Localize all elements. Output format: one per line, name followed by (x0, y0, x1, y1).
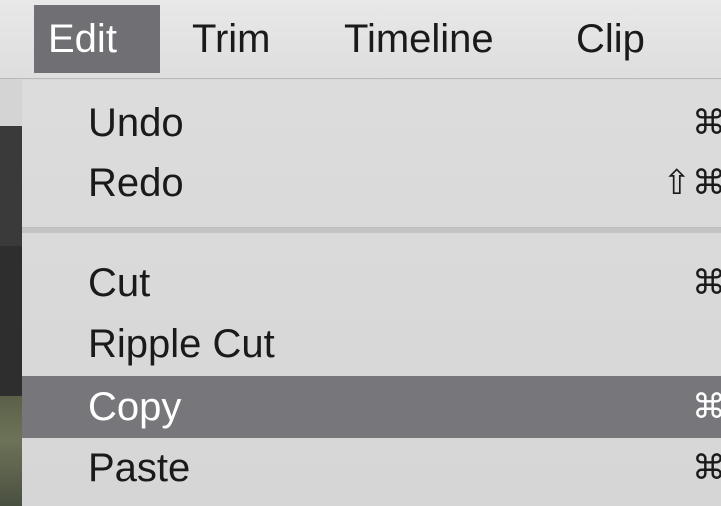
edit-dropdown-menu: Undo ⌘ Redo ⇧⌘ Cut ⌘ Ripple Cut Copy ⌘ P… (22, 80, 721, 506)
menu-item-label: Redo (88, 161, 184, 205)
background-panel-darker (0, 246, 22, 396)
menu-item-undo[interactable]: Undo ⌘ (22, 92, 721, 154)
menu-item-label: Ripple Cut (88, 322, 275, 366)
background-video-thumbnail (0, 396, 22, 506)
menu-item-redo[interactable]: Redo ⇧⌘ (22, 152, 721, 214)
command-key-icon: ⌘ (692, 103, 721, 143)
menu-clip[interactable]: Clip (562, 5, 659, 73)
shift-command-key-icon: ⇧⌘ (662, 163, 721, 203)
menu-item-label: Cut (88, 261, 151, 305)
menu-item-cut[interactable]: Cut ⌘ (22, 252, 721, 314)
menu-item-ripple-cut[interactable]: Ripple Cut (22, 313, 721, 375)
menu-bar: Edit Trim Timeline Clip (0, 0, 721, 79)
menu-item-label: Copy (88, 385, 182, 429)
menu-edit[interactable]: Edit (34, 5, 160, 73)
background-panel-dark (0, 126, 22, 246)
background-window-edge (0, 74, 22, 506)
command-key-icon: ⌘ (692, 387, 721, 427)
menu-item-paste[interactable]: Paste ⌘ (22, 437, 721, 499)
command-key-icon: ⌘ (692, 263, 721, 303)
menu-trim[interactable]: Trim (178, 5, 284, 73)
background-panel-light (0, 74, 22, 126)
menu-item-copy[interactable]: Copy ⌘ (22, 376, 721, 438)
command-key-icon: ⌘ (692, 448, 721, 488)
menu-item-label: Paste (88, 446, 191, 490)
menu-separator (22, 227, 721, 233)
menu-timeline[interactable]: Timeline (330, 5, 508, 73)
menu-item-label: Undo (88, 101, 184, 145)
